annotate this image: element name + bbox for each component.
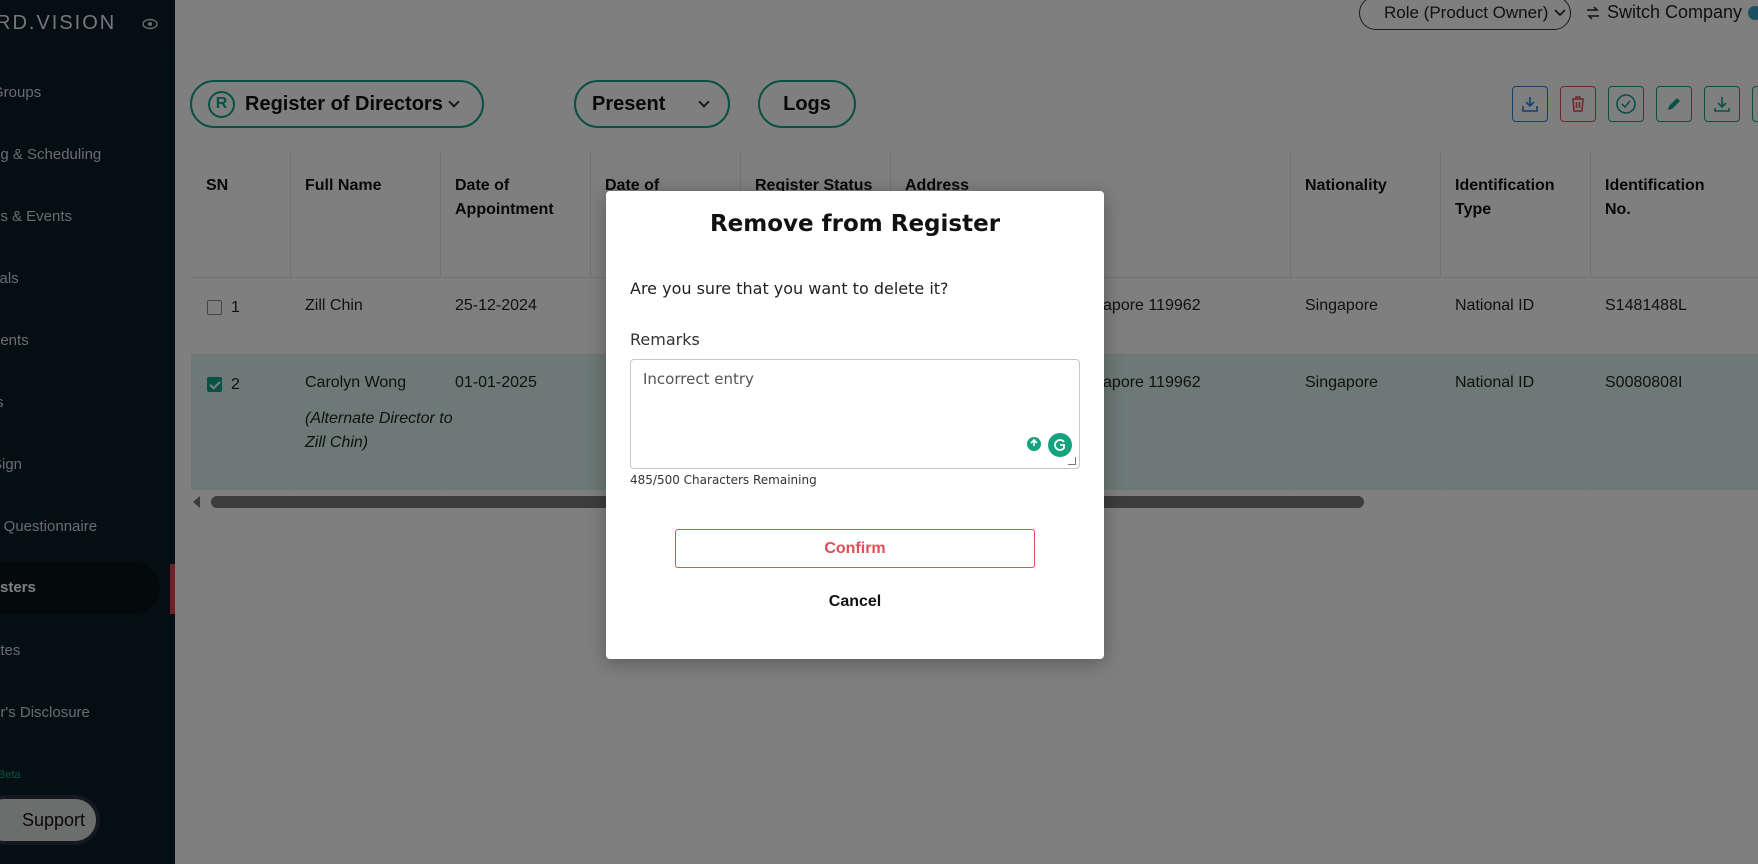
remarks-input[interactable]: Incorrect entry: [630, 359, 1080, 469]
char-count: 485/500 Characters Remaining: [630, 473, 817, 487]
resize-handle-icon[interactable]: [1068, 457, 1076, 465]
cancel-button[interactable]: Cancel: [775, 589, 935, 615]
dialog-message: Are you sure that you want to delete it?: [630, 279, 949, 298]
remove-from-register-dialog: Remove from Register Are you sure that y…: [606, 191, 1104, 659]
grammarly-icon[interactable]: [1048, 433, 1072, 457]
lightbulb-icon[interactable]: [1022, 433, 1046, 457]
remarks-label: Remarks: [630, 330, 700, 349]
dialog-title: Remove from Register: [709, 211, 1001, 237]
confirm-button[interactable]: Confirm: [675, 529, 1035, 568]
